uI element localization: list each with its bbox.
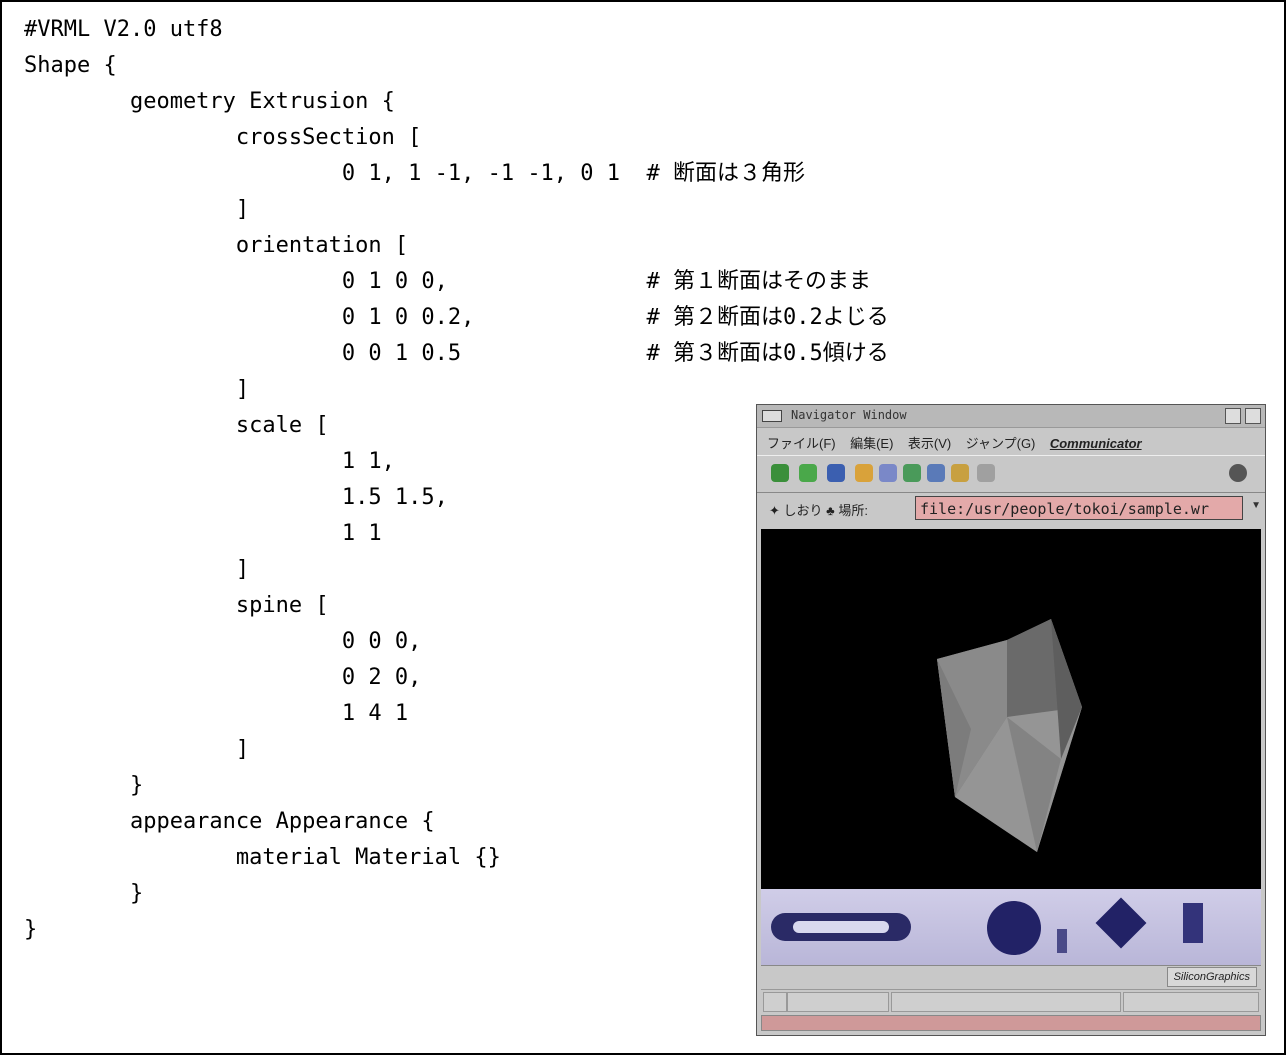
code-line: 0 0 1 0.5 # 第３断面は0.5傾ける: [24, 341, 889, 366]
bookmarks-label: しおり: [783, 503, 823, 518]
url-field[interactable]: file:/usr/people/tokoi/sample.wr: [915, 496, 1243, 520]
bookmarks-button[interactable]: ✦ しおり ♣ 場所:: [769, 500, 868, 519]
component-bar[interactable]: [1123, 992, 1259, 1012]
code-line: ]: [24, 377, 250, 402]
menu-edit[interactable]: 編集(E): [850, 433, 893, 452]
url-dropdown-icon[interactable]: ▼: [1251, 500, 1261, 511]
status-message: [891, 992, 1121, 1012]
vrml-viewport[interactable]: [761, 529, 1261, 889]
code-line: 0 1, 1 -1, -1 -1, 0 1 # 断面は３角形: [24, 161, 806, 186]
globe-icon[interactable]: [987, 901, 1041, 955]
minimize-icon[interactable]: [1225, 408, 1241, 424]
search-icon[interactable]: [879, 464, 897, 482]
extrusion-model: [937, 619, 1082, 852]
maximize-icon[interactable]: [1245, 408, 1261, 424]
forward-icon[interactable]: [799, 464, 817, 482]
menu-communicator[interactable]: Communicator: [1050, 436, 1142, 451]
stop-icon[interactable]: [977, 464, 995, 482]
code-line: geometry Extrusion {: [24, 89, 395, 114]
netscape-icon[interactable]: [903, 464, 921, 482]
brand-bar: SiliconGraphics: [761, 965, 1261, 987]
slider-track: [793, 921, 889, 933]
back-icon[interactable]: [771, 464, 789, 482]
location-icon: ♣: [826, 503, 839, 518]
code-line: #VRML V2.0 utf8: [24, 17, 223, 42]
code-line: 0 1 0 0, # 第１断面はそのまま: [24, 269, 872, 294]
bookmark-icon: ✦: [769, 503, 784, 518]
security-icon[interactable]: [951, 464, 969, 482]
menu-file[interactable]: ファイル(F): [767, 433, 836, 452]
home-icon[interactable]: [855, 464, 873, 482]
vrml-controls: [761, 889, 1261, 966]
status-cell: [787, 992, 889, 1012]
navigator-window: Navigator Window ファイル(F) 編集(E) 表示(V) ジャン…: [756, 404, 1266, 1036]
slider-control[interactable]: [771, 913, 911, 941]
title-bar[interactable]: Navigator Window: [757, 405, 1265, 428]
location-label: 場所:: [838, 503, 868, 518]
security-lock-icon[interactable]: [763, 992, 787, 1012]
code-line: orientation [: [24, 233, 409, 258]
navigation-toolbar: [757, 455, 1265, 493]
window-title: Navigator Window: [791, 408, 907, 422]
bottom-bar: [761, 1015, 1261, 1031]
print-icon[interactable]: [927, 464, 945, 482]
throbber-icon: [1229, 464, 1247, 482]
status-bar: [761, 989, 1261, 1012]
code-line: crossSection [: [24, 125, 422, 150]
code-line: ]: [24, 197, 250, 222]
sgi-logo: SiliconGraphics: [1166, 967, 1257, 987]
navigate-icon[interactable]: [1095, 897, 1147, 949]
menu-go[interactable]: ジャンプ(G): [966, 433, 1036, 452]
code-line: Shape {: [24, 53, 117, 78]
menu-bar: ファイル(F) 編集(E) 表示(V) ジャンプ(G) Communicator: [757, 429, 1265, 455]
location-toolbar: ✦ しおり ♣ 場所: file:/usr/people/tokoi/sampl…: [757, 493, 1265, 525]
viewpoint-icon[interactable]: [1183, 903, 1203, 943]
menu-view[interactable]: 表示(V): [908, 433, 951, 452]
code-line: 0 1 0 0.2, # 第２断面は0.2よじる: [24, 305, 889, 330]
seek-icon[interactable]: [1057, 929, 1067, 953]
window-menu-icon[interactable]: [762, 410, 782, 422]
reload-icon[interactable]: [827, 464, 845, 482]
